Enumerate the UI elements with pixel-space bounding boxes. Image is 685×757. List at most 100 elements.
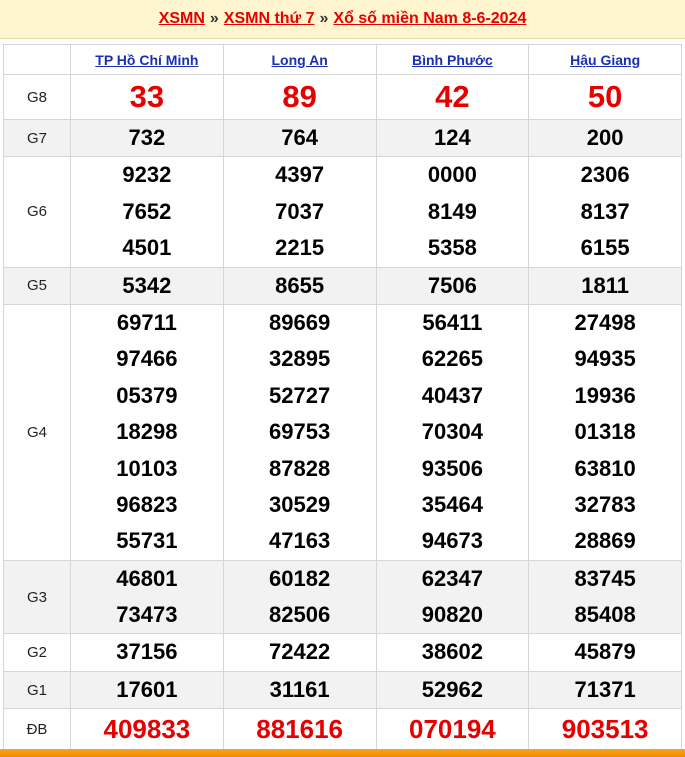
prize-number: 56411 bbox=[422, 309, 483, 335]
prize-label: ĐB bbox=[3, 708, 71, 751]
prize-number: 7037 bbox=[275, 198, 325, 224]
prize-number: 83745 bbox=[574, 565, 636, 591]
prize-cell: 45879 bbox=[528, 633, 682, 672]
prize-number: 409833 bbox=[103, 714, 191, 745]
province-link-binh-phuoc[interactable]: Bình Phước bbox=[412, 52, 493, 68]
prize-number: 96823 bbox=[116, 491, 178, 517]
prize-number: 62347 bbox=[421, 565, 483, 591]
prize-number: 200 bbox=[586, 125, 624, 150]
prize-number: 8137 bbox=[580, 198, 630, 224]
prize-number: 7506 bbox=[427, 272, 477, 298]
prize-cell: 070194 bbox=[375, 708, 530, 751]
prize-cell: 38602 bbox=[375, 633, 530, 672]
province-link-hcm[interactable]: TP Hồ Chí Minh bbox=[95, 52, 198, 68]
prize-number: 6155 bbox=[580, 235, 630, 261]
prize-number: 732 bbox=[128, 125, 166, 150]
prize-number: 070194 bbox=[408, 714, 496, 745]
prize-cell: 9232 7652 4501 bbox=[70, 156, 224, 268]
prize-cell: 83745 85408 bbox=[528, 559, 682, 635]
prize-number: 90820 bbox=[421, 602, 483, 628]
prize-number: 60182 bbox=[269, 565, 331, 591]
breadcrumb-separator: » bbox=[319, 10, 329, 27]
prize-number: 93506 bbox=[421, 455, 483, 481]
province-link-long-an[interactable]: Long An bbox=[272, 52, 328, 68]
prize-number: 10103 bbox=[116, 455, 178, 481]
prize-number: 52727 bbox=[269, 382, 331, 408]
results-page: XSMN » XSMN thứ 7 » Xổ số miền Nam 8-6-2… bbox=[0, 0, 685, 757]
province-header: Bình Phước bbox=[375, 44, 530, 75]
prize-cell: 37156 bbox=[70, 633, 224, 672]
prize-number: 52962 bbox=[421, 676, 483, 702]
prize-number: 82506 bbox=[269, 602, 331, 628]
prize-number: 89669 bbox=[269, 309, 331, 335]
prize-number: 17601 bbox=[116, 676, 178, 702]
prize-label: G1 bbox=[3, 670, 71, 710]
prize-number: 5342 bbox=[122, 272, 172, 298]
prize-label: G4 bbox=[3, 303, 71, 561]
prize-number: 01318 bbox=[574, 419, 636, 445]
breadcrumb-link-xsmn[interactable]: XSMN bbox=[159, 10, 205, 28]
prize-number: 97466 bbox=[116, 346, 178, 372]
prize-cell: 33 bbox=[70, 74, 224, 120]
results-table: TP Hồ Chí Minh Long An Bình Phước Hậu Gi… bbox=[3, 44, 682, 751]
prize-number: 50 bbox=[587, 79, 623, 114]
prize-cell: 62347 90820 bbox=[375, 559, 530, 635]
prize-number: 9232 bbox=[122, 162, 172, 188]
prize-number: 62265 bbox=[421, 346, 483, 372]
prize-cell: 124 bbox=[375, 118, 530, 158]
prize-number: 8149 bbox=[427, 198, 477, 224]
prize-row-g6: G6 9232 7652 4501 4397 7037 2215 0000 8149 5358 23… bbox=[3, 156, 682, 268]
prize-cell: 764 bbox=[222, 118, 377, 158]
prize-number: 94935 bbox=[574, 346, 636, 372]
prize-number: 73473 bbox=[116, 602, 178, 628]
prize-label: G7 bbox=[3, 118, 71, 158]
prize-cell: 60182 82506 bbox=[222, 559, 377, 635]
prize-row-g4: G4 69711 97466 05379 18298 10103 96823 55731 896… bbox=[3, 303, 682, 561]
prize-cell: 17601 bbox=[70, 670, 224, 710]
prize-cell: 200 bbox=[528, 118, 682, 158]
prize-number: 69711 bbox=[116, 309, 177, 335]
prize-cell: 903513 bbox=[528, 708, 682, 751]
prize-rows: G8 33 89 42 50 G7 732 764 124 200 G6 9232 7652 4501 43… bbox=[3, 74, 682, 751]
prize-cell: 69711 97466 05379 18298 10103 96823 55731 bbox=[70, 303, 224, 561]
prize-number: 87828 bbox=[269, 455, 331, 481]
prize-cell: 5342 bbox=[70, 266, 224, 305]
province-link-hau-giang[interactable]: Hậu Giang bbox=[570, 52, 640, 68]
prize-cell: 881616 bbox=[222, 708, 377, 751]
prize-number: 27498 bbox=[574, 309, 636, 335]
prize-number: 903513 bbox=[561, 714, 649, 745]
prize-number: 89 bbox=[282, 79, 317, 114]
prize-row-g7: G7 732 764 124 200 bbox=[3, 118, 682, 158]
prize-cell: 31161 bbox=[222, 670, 377, 710]
prize-cell: 52962 bbox=[375, 670, 530, 710]
prize-number: 8655 bbox=[275, 272, 325, 298]
prize-cell: 8655 bbox=[222, 266, 377, 305]
breadcrumb-link-results-date[interactable]: Xổ số miền Nam 8-6-2024 bbox=[333, 10, 526, 28]
province-header: Hậu Giang bbox=[528, 44, 682, 75]
prize-cell: 72422 bbox=[222, 633, 377, 672]
prize-cell: 2306 8137 6155 bbox=[528, 156, 682, 268]
prize-row-g8: G8 33 89 42 50 bbox=[3, 74, 682, 120]
prize-row-g2: G2 37156 72422 38602 45879 bbox=[3, 633, 682, 672]
prize-cell: 50 bbox=[528, 74, 682, 120]
prize-cell: 56411 62265 40437 70304 93506 35464 94673 bbox=[375, 303, 530, 561]
prize-cell: 0000 8149 5358 bbox=[375, 156, 530, 268]
breadcrumb: XSMN » XSMN thứ 7 » Xổ số miền Nam 8-6-2… bbox=[0, 0, 685, 39]
breadcrumb-separator: » bbox=[209, 10, 219, 27]
province-header: Long An bbox=[222, 44, 377, 75]
prize-number: 05379 bbox=[116, 382, 178, 408]
prize-number: 881616 bbox=[256, 714, 343, 745]
prize-number: 2306 bbox=[580, 162, 630, 188]
prize-number: 42 bbox=[435, 79, 470, 114]
prize-number: 5358 bbox=[427, 235, 477, 261]
prize-number: 85408 bbox=[574, 602, 636, 628]
prize-number: 28869 bbox=[574, 528, 636, 554]
prize-label: G3 bbox=[3, 559, 71, 635]
prize-number: 35464 bbox=[421, 491, 483, 517]
breadcrumb-link-xsmn-saturday[interactable]: XSMN thứ 7 bbox=[224, 10, 315, 28]
prize-number: 4501 bbox=[122, 235, 172, 261]
prize-cell: 89669 32895 52727 69753 87828 30529 47163 bbox=[222, 303, 377, 561]
prize-number: 31161 bbox=[269, 676, 330, 702]
prize-number: 1811 bbox=[581, 272, 629, 298]
prize-cell: 27498 94935 19936 01318 63810 32783 28869 bbox=[528, 303, 682, 561]
